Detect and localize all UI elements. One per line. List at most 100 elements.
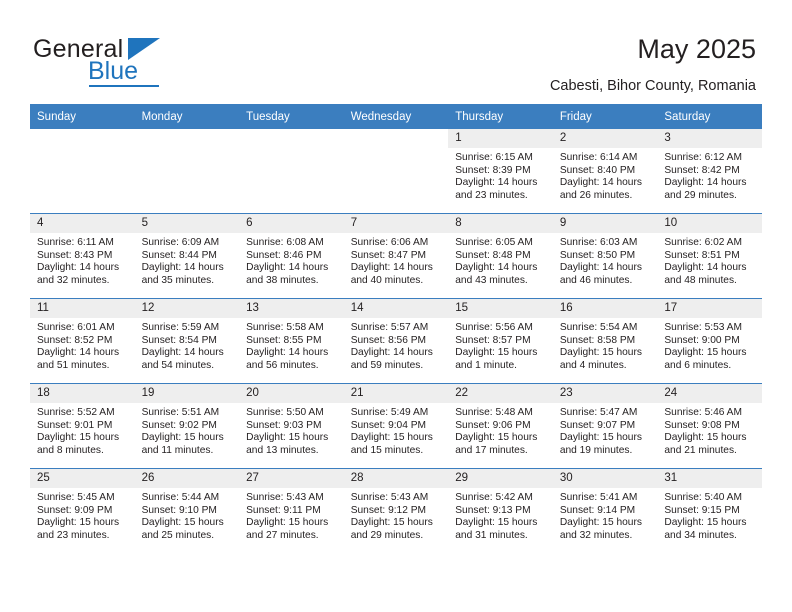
day-number: 19 [134,384,240,403]
day-sun-info: Sunrise: 5:58 AM Sunset: 8:55 PM Daylight:… [239,318,344,372]
daylight-text: Daylight: 15 hours and 34 minutes. [664,517,747,541]
daylight-text: Daylight: 15 hours and 11 minutes. [141,432,224,456]
sunset-text: Sunset: 9:02 PM [141,419,217,431]
sunrise-text: Sunrise: 5:48 AM [455,407,533,418]
calendar-day-cell[interactable]: 16 Sunrise: 5:54 AM Sunset: 8:58 PM Dayligh… [552,298,658,384]
day-sun-info: Sunrise: 5:47 AM Sunset: 9:07 PM Daylight:… [553,403,658,457]
day-number: 30 [552,469,658,488]
day-sun-info: Sunrise: 5:43 AM Sunset: 9:12 PM Daylight:… [344,488,449,542]
sunset-text: Sunset: 8:54 PM [141,334,217,346]
day-sun-info: Sunrise: 5:59 AM Sunset: 8:54 PM Daylight:… [135,318,240,372]
day-sun-info: Sunrise: 5:42 AM Sunset: 9:13 PM Daylight:… [448,488,553,542]
calendar-day-cell[interactable]: 27 Sunrise: 5:43 AM Sunset: 9:11 PM Dayligh… [239,468,344,553]
daylight-text: Daylight: 15 hours and 29 minutes. [350,517,433,541]
sunrise-text: Sunrise: 6:03 AM [559,237,638,248]
sunset-text: Sunset: 8:43 PM [37,249,113,261]
daylight-text: Daylight: 14 hours and 35 minutes. [141,262,224,286]
sunrise-text: Sunrise: 5:47 AM [559,407,638,418]
sunrise-text: Sunrise: 5:45 AM [37,492,115,503]
calendar-day-cell[interactable]: 30 Sunrise: 5:41 AM Sunset: 9:14 PM Dayligh… [552,468,658,553]
weekday-header-tuesday: Tuesday [239,104,344,129]
daylight-text: Daylight: 14 hours and 54 minutes. [141,347,224,371]
weekday-header-monday: Monday [134,104,240,129]
calendar-day-cell[interactable]: 3 Sunrise: 6:12 AM Sunset: 8:42 PM Daylight… [657,129,762,214]
calendar-day-cell[interactable]: 28 Sunrise: 5:43 AM Sunset: 9:12 PM Dayligh… [343,468,449,553]
calendar-day-cell[interactable]: 10 Sunrise: 6:02 AM Sunset: 8:51 PM Dayligh… [657,213,762,299]
calendar-day-cell[interactable]: 20 Sunrise: 5:50 AM Sunset: 9:03 PM Dayligh… [239,383,344,469]
day-number: 16 [552,299,658,318]
day-number: 2 [552,129,658,148]
sunrise-text: Sunrise: 6:02 AM [664,237,742,248]
daylight-text: Daylight: 14 hours and 23 minutes. [455,177,538,201]
day-sun-info: Sunrise: 6:06 AM Sunset: 8:47 PM Daylight:… [344,233,449,287]
sunset-text: Sunset: 8:52 PM [37,334,113,346]
day-sun-info: Sunrise: 5:40 AM Sunset: 9:15 PM Daylight:… [657,488,762,542]
calendar-day-cell[interactable]: 24 Sunrise: 5:46 AM Sunset: 9:08 PM Dayligh… [657,383,762,469]
sunrise-text: Sunrise: 6:06 AM [350,237,429,248]
calendar-day-cell[interactable]: 12 Sunrise: 5:59 AM Sunset: 8:54 PM Dayligh… [134,298,240,384]
calendar-day-cell[interactable]: 21 Sunrise: 5:49 AM Sunset: 9:04 PM Dayligh… [343,383,449,469]
sunset-text: Sunset: 8:57 PM [455,334,531,346]
day-sun-info: Sunrise: 5:50 AM Sunset: 9:03 PM Daylight:… [239,403,344,457]
sunrise-text: Sunrise: 5:53 AM [664,322,742,333]
sunset-text: Sunset: 9:10 PM [141,504,217,516]
day-number: 27 [239,469,344,488]
sunset-text: Sunset: 9:13 PM [455,504,531,516]
calendar-day-cell[interactable]: 26 Sunrise: 5:44 AM Sunset: 9:10 PM Dayligh… [134,468,240,553]
daylight-text: Daylight: 15 hours and 4 minutes. [559,347,642,371]
calendar-day-cell[interactable]: 5 Sunrise: 6:09 AM Sunset: 8:44 PM Daylight… [134,213,240,299]
calendar-day-cell[interactable]: 9 Sunrise: 6:03 AM Sunset: 8:50 PM Daylight… [552,213,658,299]
sunrise-text: Sunrise: 5:50 AM [246,407,324,418]
day-number: 31 [657,469,762,488]
sunset-text: Sunset: 8:48 PM [455,249,531,261]
calendar-day-cell[interactable]: 11 Sunrise: 6:01 AM Sunset: 8:52 PM Dayligh… [30,298,135,384]
day-number: 14 [343,299,449,318]
calendar-day-cell[interactable]: 19 Sunrise: 5:51 AM Sunset: 9:02 PM Dayligh… [134,383,240,469]
day-number: 24 [657,384,762,403]
day-number: 29 [448,469,553,488]
sunrise-text: Sunrise: 5:54 AM [559,322,638,333]
daylight-text: Daylight: 15 hours and 13 minutes. [246,432,329,456]
sunset-text: Sunset: 8:51 PM [664,249,740,261]
sunset-text: Sunset: 9:08 PM [664,419,740,431]
calendar-day-cell[interactable]: 13 Sunrise: 5:58 AM Sunset: 8:55 PM Dayligh… [239,298,344,384]
calendar-day-cell[interactable]: 8 Sunrise: 6:05 AM Sunset: 8:48 PM Daylight… [448,213,553,299]
sunrise-text: Sunrise: 5:43 AM [350,492,429,503]
sunrise-text: Sunrise: 5:51 AM [141,407,220,418]
daylight-text: Daylight: 14 hours and 46 minutes. [559,262,642,286]
sunset-text: Sunset: 9:12 PM [350,504,427,516]
sunrise-text: Sunrise: 5:59 AM [141,322,220,333]
calendar-day-cell[interactable]: 23 Sunrise: 5:47 AM Sunset: 9:07 PM Dayligh… [552,383,658,469]
weekday-header-thursday: Thursday [448,104,553,129]
daylight-text: Daylight: 15 hours and 17 minutes. [455,432,538,456]
calendar-day-cell[interactable]: 2 Sunrise: 6:14 AM Sunset: 8:40 PM Daylight… [552,129,658,214]
daylight-text: Daylight: 14 hours and 40 minutes. [350,262,433,286]
page-subtitle: Cabesti, Bihor County, Romania [549,78,756,94]
sunrise-text: Sunrise: 5:58 AM [246,322,324,333]
day-sun-info: Sunrise: 6:01 AM Sunset: 8:52 PM Daylight:… [30,318,135,372]
day-number: 3 [657,129,762,148]
daylight-text: Daylight: 15 hours and 25 minutes. [141,517,224,541]
calendar-day-cell[interactable]: 6 Sunrise: 6:08 AM Sunset: 8:46 PM Daylight… [239,213,344,299]
sunset-text: Sunset: 9:06 PM [455,419,531,431]
calendar-day-cell[interactable]: 4 Sunrise: 6:11 AM Sunset: 8:43 PM Daylight… [30,213,135,299]
calendar-week-row: 18 Sunrise: 5:52 AM Sunset: 9:01 PM Dayligh… [30,383,762,469]
sunrise-text: Sunrise: 5:42 AM [455,492,533,503]
calendar-day-cell[interactable]: 15 Sunrise: 5:56 AM Sunset: 8:57 PM Dayligh… [448,298,553,384]
calendar-day-cell[interactable]: 18 Sunrise: 5:52 AM Sunset: 9:01 PM Dayligh… [30,383,135,469]
calendar-day-cell[interactable]: 29 Sunrise: 5:42 AM Sunset: 9:13 PM Dayligh… [448,468,553,553]
sunrise-text: Sunrise: 6:05 AM [455,237,533,248]
sunset-text: Sunset: 8:56 PM [350,334,427,346]
calendar-day-cell[interactable]: 17 Sunrise: 5:53 AM Sunset: 9:00 PM Dayligh… [657,298,762,384]
calendar-day-cell[interactable]: 22 Sunrise: 5:48 AM Sunset: 9:06 PM Dayligh… [448,383,553,469]
calendar-day-cell[interactable]: 31 Sunrise: 5:40 AM Sunset: 9:15 PM Dayligh… [657,468,762,553]
calendar-day-cell[interactable]: 7 Sunrise: 6:06 AM Sunset: 8:47 PM Daylight… [343,213,449,299]
daylight-text: Daylight: 15 hours and 6 minutes. [664,347,747,371]
daylight-text: Daylight: 14 hours and 56 minutes. [246,347,329,371]
calendar-day-cell[interactable]: 25 Sunrise: 5:45 AM Sunset: 9:09 PM Dayligh… [30,468,135,553]
calendar-day-cell[interactable]: 1 Sunrise: 6:15 AM Sunset: 8:39 PM Daylight… [448,129,553,214]
calendar-day-cell[interactable]: 14 Sunrise: 5:57 AM Sunset: 8:56 PM Dayligh… [343,298,449,384]
calendar-week-row: 11 Sunrise: 6:01 AM Sunset: 8:52 PM Dayligh… [30,298,762,384]
day-sun-info: Sunrise: 5:56 AM Sunset: 8:57 PM Daylight:… [448,318,553,372]
page-title: May 2025 [637,34,756,64]
